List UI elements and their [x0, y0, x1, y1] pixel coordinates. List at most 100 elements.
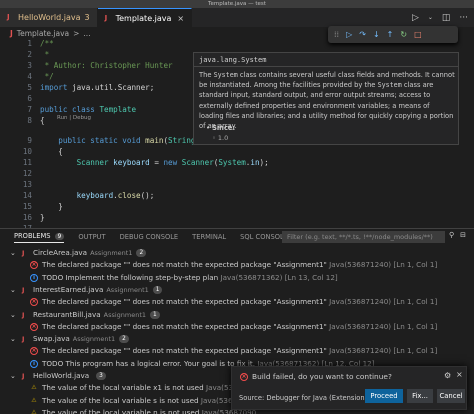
problem-file-name: CircleArea.java Assignment1 2: [33, 247, 147, 259]
breadcrumb-more[interactable]: ...: [83, 29, 90, 38]
settings-gear-icon[interactable]: ⚙: [444, 371, 451, 380]
tab-label: HelloWorld.java: [18, 13, 81, 22]
problem-message: The declared package "" does not match t…: [42, 297, 438, 307]
problem-message: The value of the local variable n is not…: [42, 407, 257, 414]
problem-item[interactable]: i TODO Implement the following step-by-st…: [0, 272, 474, 284]
code-text: public class Template: [40, 105, 137, 114]
breadcrumb-separator: >: [73, 28, 80, 38]
close-icon[interactable]: ×: [456, 370, 463, 379]
line-number: 2: [27, 50, 32, 59]
chevron-down-icon[interactable]: ⌄: [10, 370, 16, 382]
problem-message: The declared package "" does not match t…: [42, 321, 438, 331]
problem-item[interactable]: × The declared package "" does not match …: [0, 345, 474, 357]
panel-actions: ⚲ ⊟: [449, 231, 466, 239]
line-number: 10: [22, 147, 32, 156]
tab-sql-console[interactable]: SQL CONSOLE: [240, 233, 288, 241]
hover-description: The System class contains several useful…: [199, 71, 455, 131]
chevron-down-icon[interactable]: ⌄: [428, 14, 433, 21]
line-number: 15: [22, 202, 32, 211]
run-icon[interactable]: ▷: [412, 13, 419, 23]
window-title-bar: Template.java — test: [0, 0, 474, 8]
proceed-button[interactable]: Proceed: [365, 389, 403, 403]
line-number: 8: [27, 116, 32, 125]
run-debug-codelens[interactable]: Run | Debug: [57, 115, 91, 121]
line-number: 4: [27, 72, 32, 81]
error-icon: ×: [30, 322, 38, 331]
restart-icon[interactable]: ↻: [400, 30, 407, 39]
code-text: Scanner keyboard = new Scanner(System.in…: [76, 158, 269, 167]
line-number: 3: [27, 61, 32, 70]
step-into-icon[interactable]: ↓: [373, 30, 380, 39]
line-number: 1: [27, 39, 32, 48]
tab-label: Template.java: [115, 13, 172, 23]
split-editor-icon[interactable]: ◫: [442, 13, 451, 23]
info-icon: i: [30, 359, 38, 368]
notification-source: Source: Debugger for Java (Extension): [239, 394, 368, 402]
line-number: 14: [22, 191, 32, 200]
error-icon: ×: [240, 373, 248, 381]
problem-item[interactable]: × The declared package "" does not match …: [0, 321, 474, 333]
java-file-icon: J: [104, 13, 108, 22]
problem-file-group[interactable]: ⌄ J CircleArea.java Assignment1 2: [0, 247, 474, 259]
problem-item[interactable]: × The declared package "" does not match …: [0, 296, 474, 308]
cancel-button[interactable]: Cancel: [437, 389, 465, 403]
code-text: * Author: Christopher Hunter: [40, 61, 173, 70]
problem-message: TODO Implement the following step-by-ste…: [42, 272, 338, 282]
hover-since: • Since:: [206, 124, 236, 132]
collapse-all-icon[interactable]: ⊟: [460, 231, 466, 239]
filter-icon[interactable]: ⚲: [449, 231, 454, 239]
tab-output[interactable]: OUTPUT: [78, 233, 105, 241]
tab-terminal[interactable]: TERMINAL: [192, 233, 226, 241]
info-icon: i: [30, 273, 38, 282]
java-file-icon: J: [22, 335, 25, 344]
line-number: 9: [27, 136, 32, 145]
warning-icon: ⚠: [31, 384, 37, 392]
problems-filter-input[interactable]: Filter (e.g. text, **/*.ts, !**/node_mod…: [282, 231, 445, 243]
code-text: public static void main(String[] ar: [58, 136, 218, 145]
java-file-icon: J: [22, 249, 25, 257]
step-out-icon[interactable]: ↑: [387, 30, 394, 39]
problem-file-group[interactable]: ⌄ J Swap.java Assignment1 2: [0, 333, 474, 345]
debug-toolbar: ⁞⁞ ▷ ↷ ↓ ↑ ↻ □: [328, 26, 458, 43]
window-title: Template.java — test: [208, 1, 266, 7]
panel-tabs: PROBLEMS 9 OUTPUT DEBUG CONSOLE TERMINAL …: [14, 229, 288, 245]
step-over-icon[interactable]: ↷: [359, 30, 366, 39]
warning-icon: ⚠: [31, 396, 37, 404]
problem-file-name: RestaurantBill.java Assignment1 1: [33, 309, 160, 321]
java-file-icon: J: [22, 310, 25, 319]
tab-helloworld[interactable]: J HelloWorld.java 3: [0, 8, 98, 27]
problem-message: The declared package "" does not match t…: [42, 260, 438, 270]
java-file-icon: J: [22, 285, 25, 294]
java-file-icon: J: [7, 13, 10, 21]
tab-debug-console[interactable]: DEBUG CONSOLE: [120, 233, 179, 241]
chevron-down-icon[interactable]: ⌄: [10, 333, 16, 345]
error-icon: ×: [30, 261, 38, 270]
problem-count-badge: 3: [84, 13, 90, 22]
breadcrumb-file[interactable]: Template.java: [17, 29, 69, 38]
code-text: import java.util.Scanner;: [40, 83, 155, 92]
tab-template[interactable]: J Template.java ×: [97, 8, 193, 27]
stop-icon[interactable]: □: [414, 30, 422, 39]
more-actions-icon[interactable]: ···: [459, 13, 468, 23]
chevron-down-icon[interactable]: ⌄: [10, 247, 16, 259]
code-text: {: [40, 116, 45, 125]
continue-icon[interactable]: ▷: [346, 30, 352, 39]
grip-icon[interactable]: ⁞⁞: [334, 30, 339, 39]
problem-file-group[interactable]: ⌄ J InterestEarned.java Assignment1 1: [0, 284, 474, 296]
problem-message: The declared package "" does not match t…: [42, 346, 438, 356]
fix-button[interactable]: Fix...: [407, 389, 433, 403]
tab-problems[interactable]: PROBLEMS 9: [14, 232, 65, 243]
problem-file-group[interactable]: ⌄ J RestaurantBill.java Assignment1 1: [0, 309, 474, 321]
problem-message: The value of the local variable x1 is no…: [42, 383, 261, 393]
chevron-down-icon[interactable]: ⌄: [10, 309, 16, 321]
close-icon[interactable]: ×: [177, 14, 184, 23]
code-text: */: [40, 72, 54, 81]
editor-tab-bar: J HelloWorld.java 3 J Template.java ×: [0, 8, 474, 27]
problem-item[interactable]: × The declared package "" does not match …: [0, 259, 474, 271]
problem-file-name: InterestEarned.java Assignment1 1: [33, 284, 163, 296]
code-text: }: [40, 202, 63, 211]
chevron-down-icon[interactable]: ⌄: [10, 284, 16, 296]
line-number: 11: [22, 158, 32, 167]
problem-message: The value of the local variable s is not…: [42, 395, 256, 405]
hover-header: java.lang.System: [194, 53, 458, 67]
